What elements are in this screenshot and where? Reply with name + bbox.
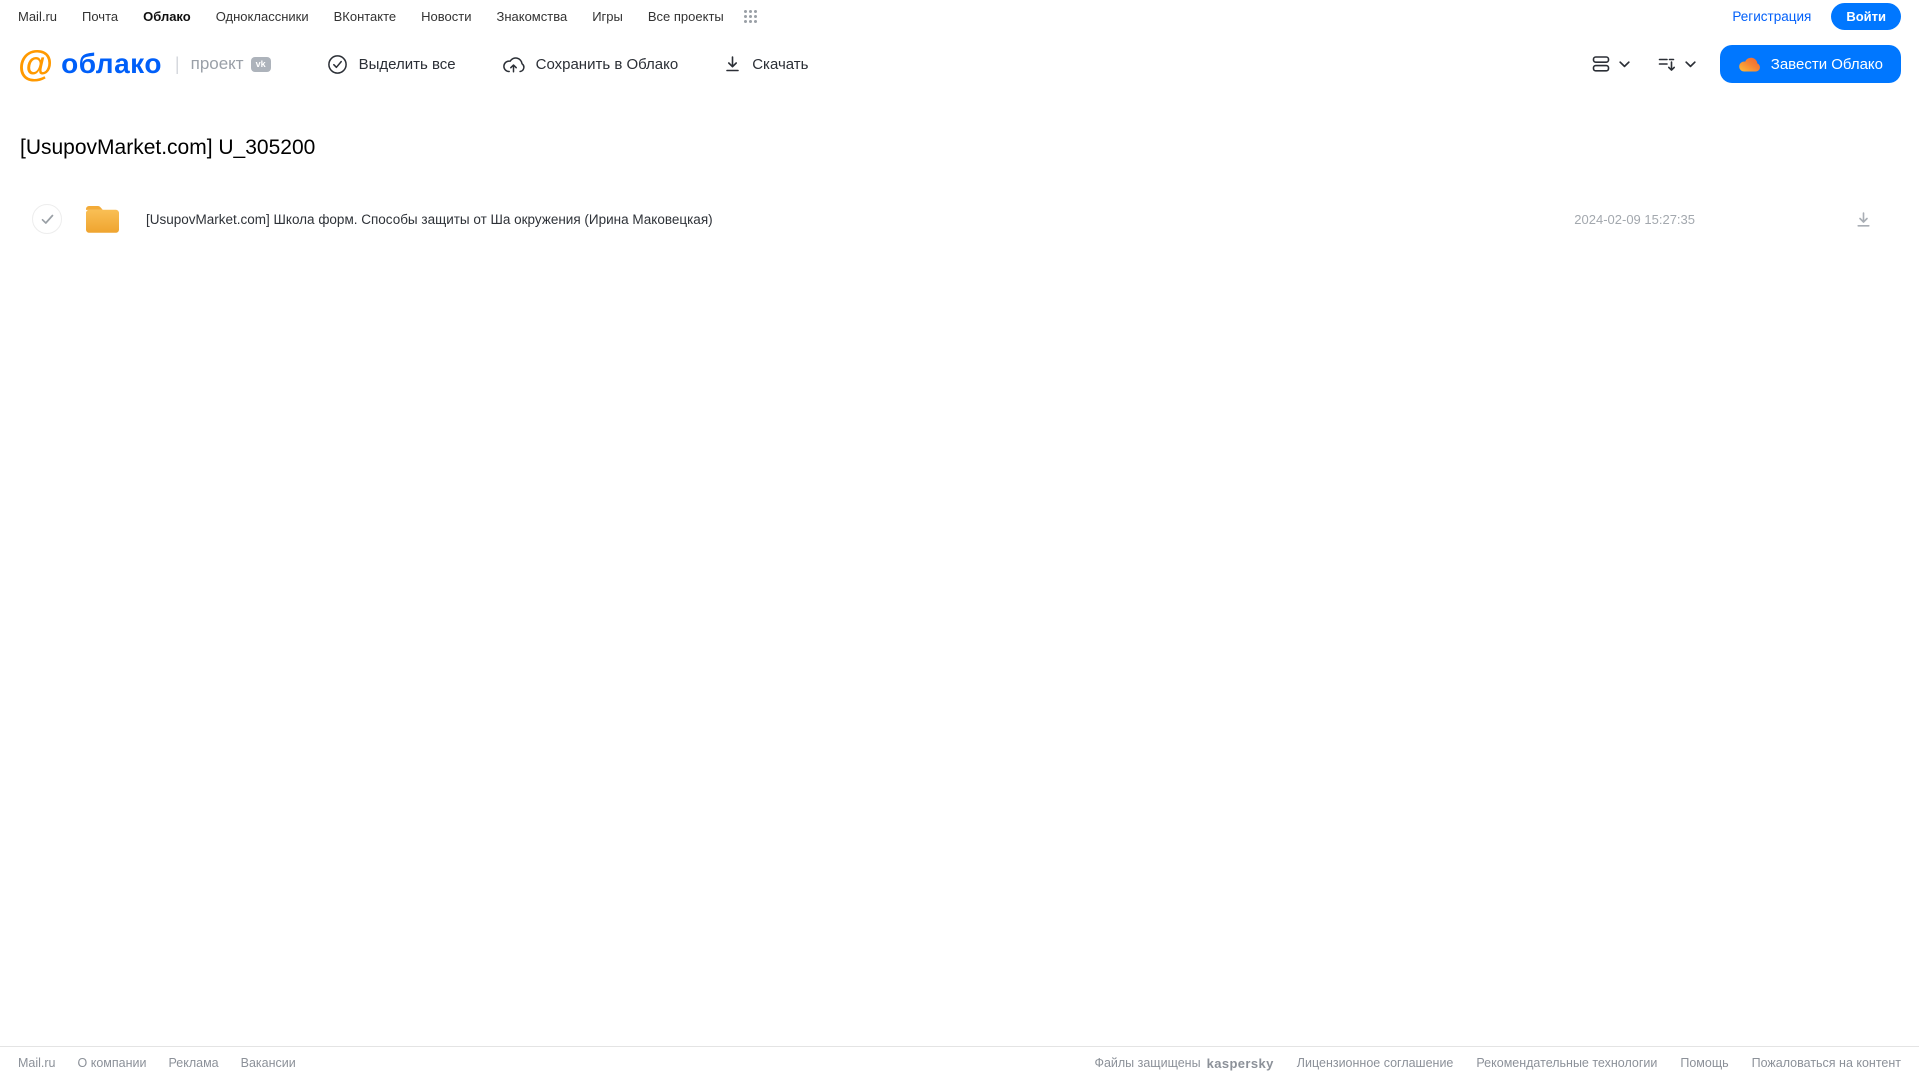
footer-link-jobs[interactable]: Вакансии xyxy=(241,1056,296,1070)
view-mode-dropdown[interactable] xyxy=(1592,55,1630,73)
topnav-item-oblako[interactable]: Облако xyxy=(143,9,191,24)
project-label: проект xyxy=(190,54,244,73)
row-download-button[interactable] xyxy=(1853,209,1874,230)
orange-cloud-icon xyxy=(1738,56,1761,73)
download-icon xyxy=(724,55,741,73)
kaspersky-logo-link[interactable]: kaspersky xyxy=(1207,1056,1274,1071)
topnav-item-igry[interactable]: Игры xyxy=(592,9,623,24)
check-circle-icon xyxy=(327,54,348,75)
apps-grid-icon[interactable] xyxy=(743,9,758,24)
folder-icon xyxy=(82,202,122,236)
logo-text: облако xyxy=(61,48,162,79)
topnav-item-mailru[interactable]: Mail.ru xyxy=(18,9,57,24)
mailru-at-icon: @ xyxy=(18,43,54,84)
brand-divider: | xyxy=(174,53,180,74)
row-checkbox[interactable] xyxy=(32,204,62,234)
sort-dropdown[interactable] xyxy=(1658,56,1696,73)
kaspersky-protection: Файлы защищены kaspersky xyxy=(1094,1056,1273,1071)
footer-link-recommendation-tech[interactable]: Рекомендательные технологии xyxy=(1476,1056,1657,1070)
topnav-item-vkontakte[interactable]: ВКонтакте xyxy=(334,9,397,24)
chevron-down-icon xyxy=(1685,60,1696,68)
cloud-upload-icon xyxy=(502,54,525,75)
topnav-item-novosti[interactable]: Новости xyxy=(421,9,471,24)
footer-link-mailru[interactable]: Mail.ru xyxy=(18,1056,56,1070)
footer-link-ads[interactable]: Реклама xyxy=(168,1056,218,1070)
save-to-cloud-label: Сохранить в Облако xyxy=(535,55,679,73)
download-button[interactable]: Скачать xyxy=(724,55,808,73)
file-row[interactable]: [UsupovMarket.com] Школа форм. Способы з… xyxy=(20,196,1899,242)
login-button[interactable]: Войти xyxy=(1831,3,1901,30)
page: Mail.ru Почта Облако Одноклассники ВКонт… xyxy=(0,0,1919,1079)
file-name-link[interactable]: [UsupovMarket.com] Школа форм. Способы з… xyxy=(146,212,713,227)
footer-left-links: Mail.ru О компании Реклама Вакансии xyxy=(18,1056,296,1070)
toolbar: Выделить все Сохранить в Облако Скачать xyxy=(327,54,808,75)
cloud-logo[interactable]: @ облако | проект vk xyxy=(18,46,271,82)
top-nav-auth: Регистрация Войти xyxy=(1732,3,1901,30)
chevron-down-icon xyxy=(1619,60,1630,68)
footer-right-links: Файлы защищены kaspersky Лицензионное со… xyxy=(1094,1056,1901,1071)
select-all-button[interactable]: Выделить все xyxy=(327,54,456,75)
footer: Mail.ru О компании Реклама Вакансии Файл… xyxy=(0,1046,1919,1079)
page-title: [UsupovMarket.com] U_305200 xyxy=(20,136,316,159)
topnav-item-odnoklassniki[interactable]: Одноклассники xyxy=(216,9,309,24)
topnav-item-znakomstva[interactable]: Знакомства xyxy=(496,9,567,24)
main-content: [UsupovMarket.com] U_305200 [UsupovMarke… xyxy=(0,95,1919,1046)
files-protected-label: Файлы защищены xyxy=(1094,1056,1201,1070)
vk-badge-icon: vk xyxy=(250,56,271,72)
download-label: Скачать xyxy=(752,55,809,73)
footer-link-help[interactable]: Помощь xyxy=(1680,1056,1728,1070)
top-nav: Mail.ru Почта Облако Одноклассники ВКонт… xyxy=(0,0,1919,33)
footer-link-report-content[interactable]: Пожаловаться на контент xyxy=(1752,1056,1901,1070)
list-view-icon xyxy=(1592,55,1611,73)
select-all-label: Выделить все xyxy=(358,55,456,73)
footer-link-about[interactable]: О компании xyxy=(78,1056,147,1070)
get-cloud-button[interactable]: Завести Облако xyxy=(1719,45,1901,83)
header: @ облако | проект vk Выделить все Сохран… xyxy=(0,33,1919,95)
topnav-item-vse-proekty[interactable]: Все проекты xyxy=(648,9,724,24)
get-cloud-label: Завести Облако xyxy=(1770,55,1883,73)
sort-icon xyxy=(1658,56,1677,73)
save-to-cloud-button[interactable]: Сохранить в Облако xyxy=(502,54,679,75)
registration-link[interactable]: Регистрация xyxy=(1732,9,1811,24)
file-date: 2024-02-09 15:27:35 xyxy=(1574,211,1695,227)
header-right-controls: Завести Облако xyxy=(1592,45,1901,83)
topnav-item-pochta[interactable]: Почта xyxy=(82,9,118,24)
footer-link-license[interactable]: Лицензионное соглашение xyxy=(1297,1056,1454,1070)
top-nav-links: Mail.ru Почта Облако Одноклассники ВКонт… xyxy=(18,9,758,24)
